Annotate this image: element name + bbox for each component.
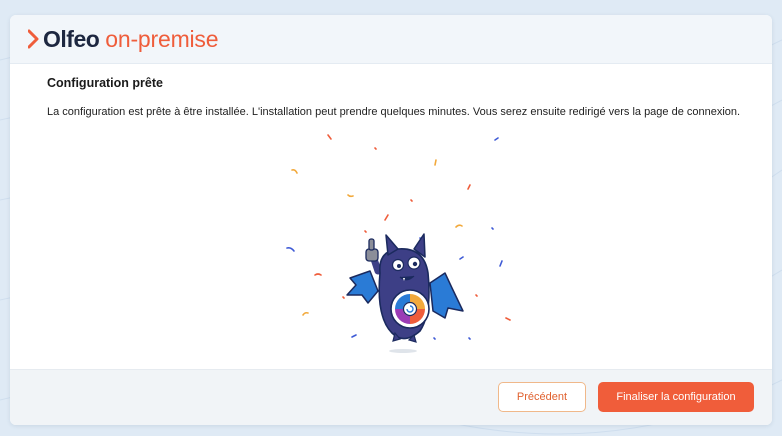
card-footer: Précédent Finaliser la configuration [10, 369, 772, 425]
mascot-shield-icon [390, 289, 430, 329]
mascot-left-wing [346, 270, 379, 304]
logo-product-text: on-premise [105, 25, 219, 52]
setup-card: Olfeo on-premise Configuration prête La … [10, 15, 772, 425]
product-logo: Olfeo on-premise [28, 25, 219, 53]
previous-button[interactable]: Précédent [498, 382, 586, 412]
card-header: Olfeo on-premise [10, 15, 772, 64]
mascot-shadow [389, 349, 417, 353]
logo-brand-text: Olfeo [43, 25, 100, 52]
olfeo-logo-icon [28, 29, 39, 49]
mascot-right-wing [429, 272, 464, 319]
page-title: Configuration prête [47, 76, 163, 90]
mascot-glove-icon [365, 238, 379, 262]
finish-configuration-button[interactable]: Finaliser la configuration [598, 382, 754, 412]
page-description: La configuration est prête à être instal… [47, 106, 741, 118]
bat-mascot-illustration [286, 134, 511, 353]
